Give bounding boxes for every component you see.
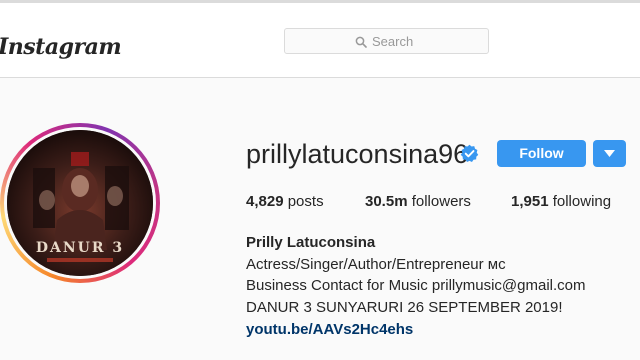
- profile-bio: Prilly Latuconsina Actress/Singer/Author…: [246, 232, 586, 341]
- bio-line-contact: Business Contact for Music prillymusic@g…: [246, 277, 586, 295]
- following-link[interactable]: 1,951 following: [511, 192, 611, 212]
- followers-count-value: 30.5m: [365, 193, 408, 210]
- avatar-poster-title: DANUR 3: [35, 240, 125, 256]
- posts-count-label: posts: [287, 193, 324, 210]
- following-count-label: following: [552, 193, 612, 210]
- following-count-value: 1,951: [511, 193, 549, 210]
- chevron-down-icon: [604, 150, 615, 157]
- verified-badge-icon: [460, 144, 479, 163]
- bio-external-link[interactable]: youtu.be/AAVs2Hc4ehs: [246, 319, 586, 341]
- posts-count-value: 4,829: [246, 193, 284, 210]
- search-icon: [355, 36, 367, 48]
- search-inner: Search: [355, 34, 413, 50]
- followers-count-label: followers: [411, 193, 471, 210]
- suggestions-dropdown-button[interactable]: [593, 140, 626, 167]
- profile-stats: 4,829 posts 30.5m followers 1,951 follow…: [0, 192, 640, 212]
- follow-button[interactable]: Follow: [497, 140, 586, 167]
- posts-count: 4,829 posts: [246, 192, 324, 212]
- profile-full-name: Prilly Latuconsina: [246, 234, 376, 251]
- profile-username: prillylatuconsina96: [246, 139, 469, 169]
- search-box[interactable]: Search: [284, 28, 489, 54]
- bio-line-occupation: Actress/Singer/Author/Entrepreneur ᴍᴄ: [246, 255, 506, 273]
- top-navigation-bar: Instagram Search: [0, 3, 640, 78]
- bio-line-announcement: DANUR 3 SUNYARURI 26 SEPTEMBER 2019!: [246, 299, 563, 317]
- followers-link[interactable]: 30.5m followers: [365, 192, 471, 212]
- instagram-logo[interactable]: Instagram: [0, 31, 122, 63]
- search-placeholder[interactable]: Search: [372, 34, 413, 50]
